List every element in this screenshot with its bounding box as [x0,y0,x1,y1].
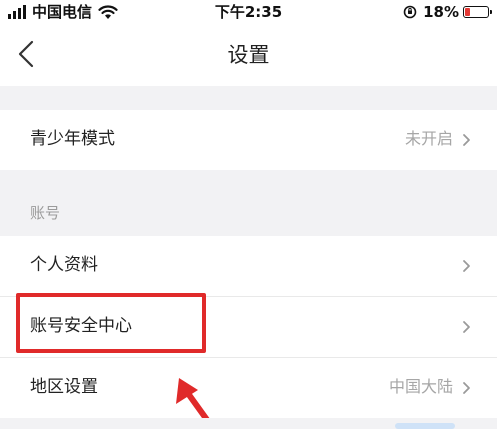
section-header-account: 账号 [30,204,61,222]
chevron-right-icon [461,258,473,274]
row-label: 青少年模式 [30,129,115,149]
battery-icon [463,6,492,18]
status-bar: 中国电信 下午2:35 18% [0,0,497,24]
nav-bar: 设置 [0,24,497,86]
rotation-lock-icon [403,5,423,19]
row-value: 中国大陆 [388,377,453,396]
row-label: 个人资料 [30,255,98,275]
page-title: 设置 [227,43,270,67]
settings-row-region[interactable]: 地区设置 中国大陆 [0,358,497,418]
settings-row-personal-info[interactable]: 个人资料 [0,236,497,296]
row-label: 地区设置 [30,377,98,397]
highlight-box [16,293,206,353]
settings-row-teen-mode[interactable]: 青少年模式 未开启 [0,110,497,170]
chevron-right-icon [461,380,473,396]
status-right: 18% [403,2,492,22]
bottom-strip [0,418,497,429]
battery-percentage: 18% [423,3,459,21]
chevron-right-icon [461,319,473,335]
row-value: 未开启 [404,129,453,148]
chevron-right-icon [461,132,473,148]
scroll-indicator [395,423,455,429]
